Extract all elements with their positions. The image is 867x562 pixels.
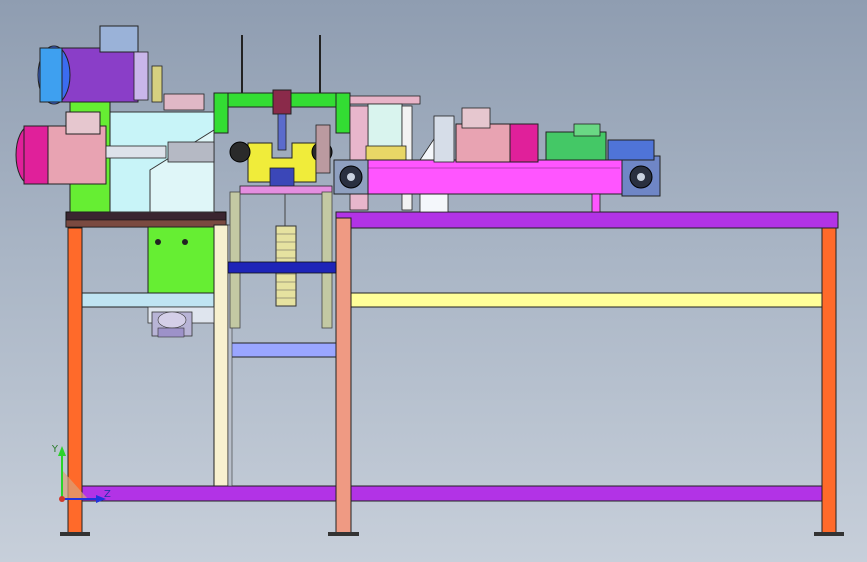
z-axis-label: Z (104, 489, 111, 500)
cyan-guide-block (367, 103, 403, 149)
bolt-hole (155, 239, 161, 245)
lower-coupling (167, 141, 215, 163)
bolt-hole (182, 239, 188, 245)
yellow-crossbar (349, 292, 825, 308)
y-axis-label: Y (51, 444, 59, 455)
right-side-bracket (315, 124, 331, 174)
top-rail (349, 95, 421, 105)
blue-block (269, 167, 295, 189)
leg-middle (335, 217, 352, 535)
lift-block (272, 89, 292, 115)
lower-motor-fan (23, 125, 49, 185)
cyan-crossbar (81, 292, 215, 308)
left-under-assembly (147, 226, 215, 338)
gearbox-cap (157, 311, 187, 329)
upper-motor-flange (133, 51, 149, 101)
right-motor-body (455, 123, 513, 163)
chain-right (321, 191, 333, 329)
drive-shaft (227, 261, 337, 274)
green-frame-right (335, 92, 351, 134)
right-conveyor (333, 95, 661, 213)
center-chain-drive (213, 35, 351, 329)
y-axis-arrow (58, 446, 66, 456)
right-motor-bracket (433, 115, 455, 163)
triad-origin (59, 496, 65, 502)
conveyor-belt (333, 159, 657, 195)
blue-crossbar (227, 342, 337, 358)
upper-motor-fan (39, 47, 63, 103)
cad-viewport[interactable]: Y Z (0, 0, 867, 562)
green-frame-left (213, 92, 229, 134)
pulley-right-hub (637, 173, 645, 181)
lift-rod (277, 113, 287, 151)
lower-motor-body (45, 125, 107, 185)
leg-right (821, 227, 837, 535)
foot-right (814, 532, 844, 536)
chain-left (229, 191, 241, 329)
machine-drawing: Y Z (15, 25, 844, 536)
lower-motor-shaft (105, 145, 167, 159)
upper-terminal-box (99, 25, 139, 53)
side-sprocket-left (229, 141, 251, 163)
pink-plate (239, 185, 333, 195)
lower-terminal-box (65, 111, 101, 135)
bottom-beam (69, 485, 823, 502)
yellow-roller (365, 145, 407, 161)
pulley-left-hub (347, 173, 355, 181)
conveyor-stand (591, 193, 601, 213)
gearbox-foot (157, 327, 185, 338)
left-table-front (65, 219, 227, 228)
blue-reducer (607, 139, 655, 161)
foot-left (60, 532, 90, 536)
upper-coupling (163, 93, 205, 111)
foot-middle (328, 532, 359, 536)
right-terminal-box (461, 107, 491, 129)
left-motor-stack (15, 25, 215, 213)
right-table-top-beam (335, 211, 839, 229)
green-gearbox-top (573, 123, 601, 137)
green-support-block (147, 226, 215, 294)
upper-pulley (151, 65, 163, 103)
cream-post (213, 224, 229, 487)
right-motor-fan (509, 123, 539, 163)
